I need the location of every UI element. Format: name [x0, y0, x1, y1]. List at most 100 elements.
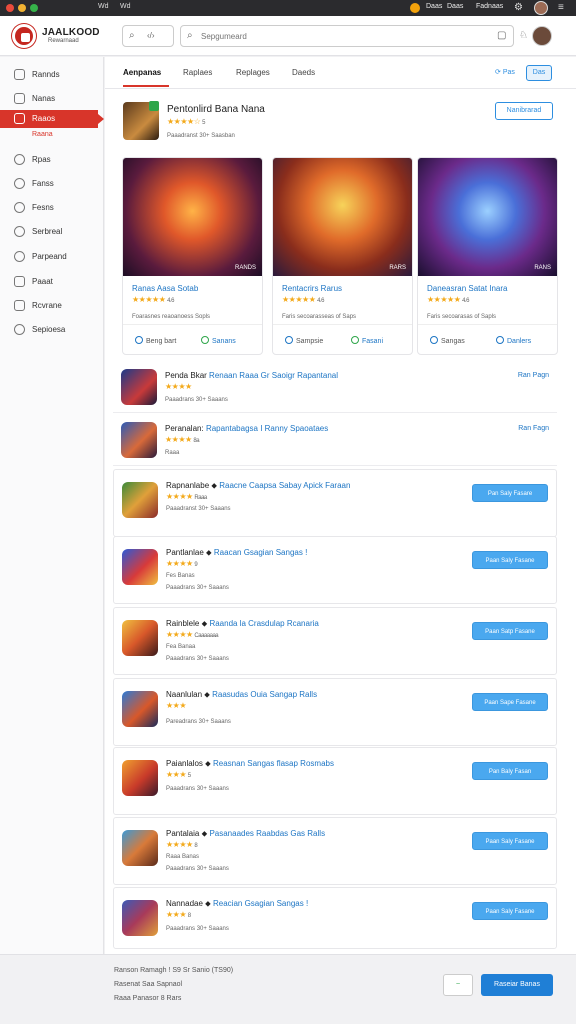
game-thumbnail[interactable] [122, 620, 158, 656]
list-item[interactable]: Nannadae ⬥ Reacian Gsagian Sangas ! ★★★ … [113, 887, 557, 949]
sidebar-item-fanss[interactable]: Fanss [0, 175, 104, 193]
user-avatar[interactable] [532, 26, 552, 46]
game-thumbnail[interactable] [122, 830, 158, 866]
game-card[interactable]: RARS Rentacrirs Rarus ★★★★★ 4.6 Faris se… [272, 157, 413, 355]
primary-button[interactable]: Raseiar Banas [481, 974, 553, 996]
maximize-window-icon[interactable] [30, 4, 38, 12]
search-bar[interactable]: ⌕ ▢ [180, 25, 514, 47]
search-input[interactable] [201, 29, 481, 43]
item-meta: Raaa [165, 450, 180, 456]
pin-icon: ⬥ [201, 619, 208, 628]
item-title[interactable]: Pantalaia ⬥ Pasanaades Raabdas Gas Ralls [166, 829, 325, 839]
coin-icon [410, 3, 420, 13]
main-content: Aenpanas Raplaes Replages Daeds ⟳ Pas Da… [105, 57, 576, 954]
list-item[interactable]: Naanlulan ⬥ Raasudas Ouia Sangap Ralls ★… [113, 678, 557, 746]
sidebar-item-serbreal[interactable]: Serbreal [0, 223, 104, 241]
minimize-window-icon[interactable] [18, 4, 26, 12]
divider [418, 324, 557, 325]
item-title[interactable]: Nannadae ⬥ Reacian Gsagian Sangas ! [166, 899, 308, 909]
sidebar-item-sepioesa[interactable]: Sepioesa [0, 321, 104, 339]
game-card[interactable]: RANS Daneasran Satat Inara ★★★★★ 4.6 Far… [417, 157, 558, 355]
featured-action-button[interactable]: Nanibrarad [495, 102, 553, 120]
card-title[interactable]: Ranas Aasa Sotab [132, 284, 198, 293]
sidebar-item-rpas[interactable]: Rpas [0, 151, 104, 169]
sidebar-item-fesns[interactable]: Fesns [0, 199, 104, 217]
menu-item[interactable]: Wd [98, 3, 109, 10]
refresh-link[interactable]: ⟳ Pas [495, 68, 515, 76]
titlebar-label[interactable]: Fadnaas [476, 3, 503, 10]
avatar[interactable] [534, 1, 548, 15]
sidebar-item-rannds[interactable]: Rannds [0, 66, 104, 84]
game-thumbnail[interactable] [122, 549, 158, 585]
close-window-icon[interactable] [6, 4, 14, 12]
settings-icon[interactable]: ⚙ [514, 2, 523, 13]
item-action-button[interactable]: Paan Saly Fasane [472, 902, 548, 920]
game-cover-image[interactable]: RARS [273, 158, 412, 276]
game-thumbnail[interactable] [121, 422, 157, 458]
item-title[interactable]: Rapnanlabe ⬥ Raacne Caapsa Sabay Apick F… [166, 481, 350, 491]
card-action[interactable]: Sangas [430, 336, 465, 345]
footer-text: Ranson Ramagh ! S9 Sr Sanio (TS90) [114, 967, 234, 974]
item-title[interactable]: Rainblele ⬥ Raanda la Crasdulap Rcanaria [166, 619, 319, 629]
list-item[interactable]: Penda Bkar Renaan Raaa Gr Saoigr Rapanta… [113, 365, 557, 413]
sidebar-item-parpeand[interactable]: Parpeand [0, 248, 104, 266]
list-item[interactable]: Paianlalos ⬥ Reasnan Sangas flasap Rosma… [113, 747, 557, 815]
clear-icon[interactable]: ▢ [497, 30, 506, 41]
das-button[interactable]: Das [526, 65, 552, 81]
list-item[interactable]: Rapnanlabe ⬥ Raacne Caapsa Sabay Apick F… [113, 469, 557, 537]
item-action-button[interactable]: Paan Saly Fasane [472, 551, 548, 569]
titlebar-label[interactable]: Daas [447, 3, 463, 10]
item-action-button[interactable]: Pan Saly Fasare [472, 484, 548, 502]
item-title[interactable]: Penda Bkar Renaan Raaa Gr Saoigr Rapanta… [165, 371, 338, 380]
menu-icon[interactable]: ≡ [558, 2, 564, 13]
item-action-button[interactable]: Paan Saly Fasane [472, 832, 548, 850]
list-item[interactable]: Rainblele ⬥ Raanda la Crasdulap Rcanaria… [113, 607, 557, 675]
game-card[interactable]: RANDS Ranas Aasa Sotab ★★★★★ 4.6 Foarasn… [122, 157, 263, 355]
sidebar-item-paaat[interactable]: Paaat [0, 273, 104, 291]
list-item[interactable]: Pantalaia ⬥ Pasanaades Raabdas Gas Ralls… [113, 817, 557, 885]
tab-replages[interactable]: Replages [236, 68, 270, 77]
item-title[interactable]: Paianlalos ⬥ Reasnan Sangas flasap Rosma… [166, 759, 334, 769]
card-action[interactable]: Fasani [351, 336, 383, 345]
titlebar-label[interactable]: Daas [426, 3, 442, 10]
card-action[interactable]: Danlers [496, 336, 531, 345]
game-thumbnail[interactable] [122, 691, 158, 727]
list-item[interactable]: Peranalan: Rapantabagsa I Ranny Spaoatae… [113, 418, 557, 466]
item-title[interactable]: Peranalan: Rapantabagsa I Ranny Spaoatae… [165, 424, 328, 433]
card-action[interactable]: Beng bart [135, 336, 176, 345]
nav-icon [14, 276, 25, 287]
card-title[interactable]: Daneasran Satat Inara [427, 284, 508, 293]
filter-box[interactable]: ⌕ ‹/› [122, 25, 174, 47]
sidebar-item-nanas[interactable]: Nanas [0, 90, 104, 108]
nav-icon [14, 300, 25, 311]
tab-daeds[interactable]: Daeds [292, 68, 315, 77]
featured-title[interactable]: Pentonlird Bana Nana [167, 104, 265, 115]
tab-underline [123, 85, 169, 87]
menu-item[interactable]: Wd [120, 3, 131, 10]
game-cover-image[interactable]: RANS [418, 158, 557, 276]
item-link[interactable]: Ran Fagn [518, 425, 549, 432]
tab-raplaes[interactable]: Raplaes [183, 68, 212, 77]
item-link[interactable]: Ran Pagn [518, 372, 549, 379]
item-meta: Paaadranst 30+ Saaans [166, 506, 231, 512]
list-item[interactable]: Pantlanlae ⬥ Raacan Gsagian Sangas ! ★★★… [113, 536, 557, 604]
notification-icon[interactable]: ♘ [519, 30, 528, 41]
item-action-button[interactable]: Pan Baly Fasan [472, 762, 548, 780]
game-cover-image[interactable]: RANDS [123, 158, 262, 276]
card-title[interactable]: Rentacrirs Rarus [282, 284, 342, 293]
item-title[interactable]: Naanlulan ⬥ Raasudas Ouia Sangap Ralls [166, 690, 317, 700]
item-title[interactable]: Pantlanlae ⬥ Raacan Gsagian Sangas ! [166, 548, 307, 558]
tab-aenpanas[interactable]: Aenpanas [123, 68, 161, 77]
card-action[interactable]: Sampsie [285, 336, 323, 345]
game-thumbnail[interactable] [122, 760, 158, 796]
game-thumbnail[interactable] [122, 482, 158, 518]
sidebar-item-raaos[interactable]: Raaos [0, 110, 104, 128]
sidebar-subitem[interactable]: Raana [32, 131, 53, 138]
sidebar-item-rcvrane[interactable]: Rcvrane [0, 297, 104, 315]
item-action-button[interactable]: Paan Sape Fasane [472, 693, 548, 711]
game-thumbnail[interactable] [121, 369, 157, 405]
item-action-button[interactable]: Paan Satp Fasane [472, 622, 548, 640]
card-action[interactable]: Sanans [201, 336, 236, 345]
small-button[interactable]: ~ [443, 974, 473, 996]
game-thumbnail[interactable] [122, 900, 158, 936]
